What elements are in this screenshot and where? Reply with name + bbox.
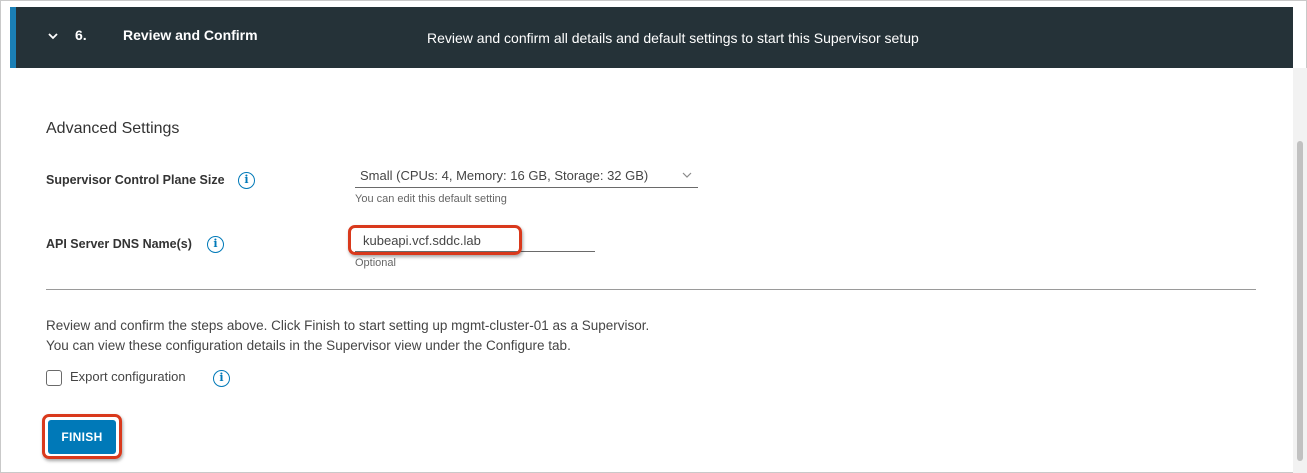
- info-icon[interactable]: i: [213, 370, 230, 387]
- section-title: Advanced Settings: [46, 120, 180, 137]
- review-instructions: Review and confirm the steps above. Clic…: [46, 318, 650, 333]
- step-title: Review and Confirm: [123, 27, 258, 43]
- step-number: 6.: [75, 27, 87, 43]
- chevron-down-icon[interactable]: [46, 29, 60, 43]
- control-plane-size-label: Supervisor Control Plane Size: [46, 173, 225, 187]
- section-divider: [46, 289, 1256, 290]
- control-plane-size-select[interactable]: Small (CPUs: 4, Memory: 16 GB, Storage: …: [355, 165, 698, 188]
- input-highlight-annotation: [348, 225, 522, 255]
- step-description: Review and confirm all details and defau…: [427, 30, 919, 46]
- chevron-down-icon: [682, 172, 692, 178]
- wizard-frame: 6. Review and Confirm Review and confirm…: [0, 0, 1307, 473]
- export-config-checkbox[interactable]: [46, 370, 62, 386]
- review-note: You can view these configuration details…: [46, 338, 571, 353]
- info-icon[interactable]: i: [207, 236, 224, 253]
- export-config-label[interactable]: Export configuration: [70, 369, 186, 384]
- header-accent-bar: [10, 7, 16, 68]
- select-value: Small (CPUs: 4, Memory: 16 GB, Storage: …: [360, 168, 649, 183]
- finish-button[interactable]: FINISH: [48, 420, 116, 454]
- step-header[interactable]: 6. Review and Confirm Review and confirm…: [10, 7, 1293, 68]
- info-icon[interactable]: i: [238, 172, 255, 189]
- control-plane-size-helper: You can edit this default setting: [355, 193, 507, 205]
- api-dns-helper: Optional: [355, 257, 396, 269]
- api-dns-label: API Server DNS Name(s): [46, 237, 192, 251]
- scrollbar-thumb[interactable]: [1297, 141, 1303, 461]
